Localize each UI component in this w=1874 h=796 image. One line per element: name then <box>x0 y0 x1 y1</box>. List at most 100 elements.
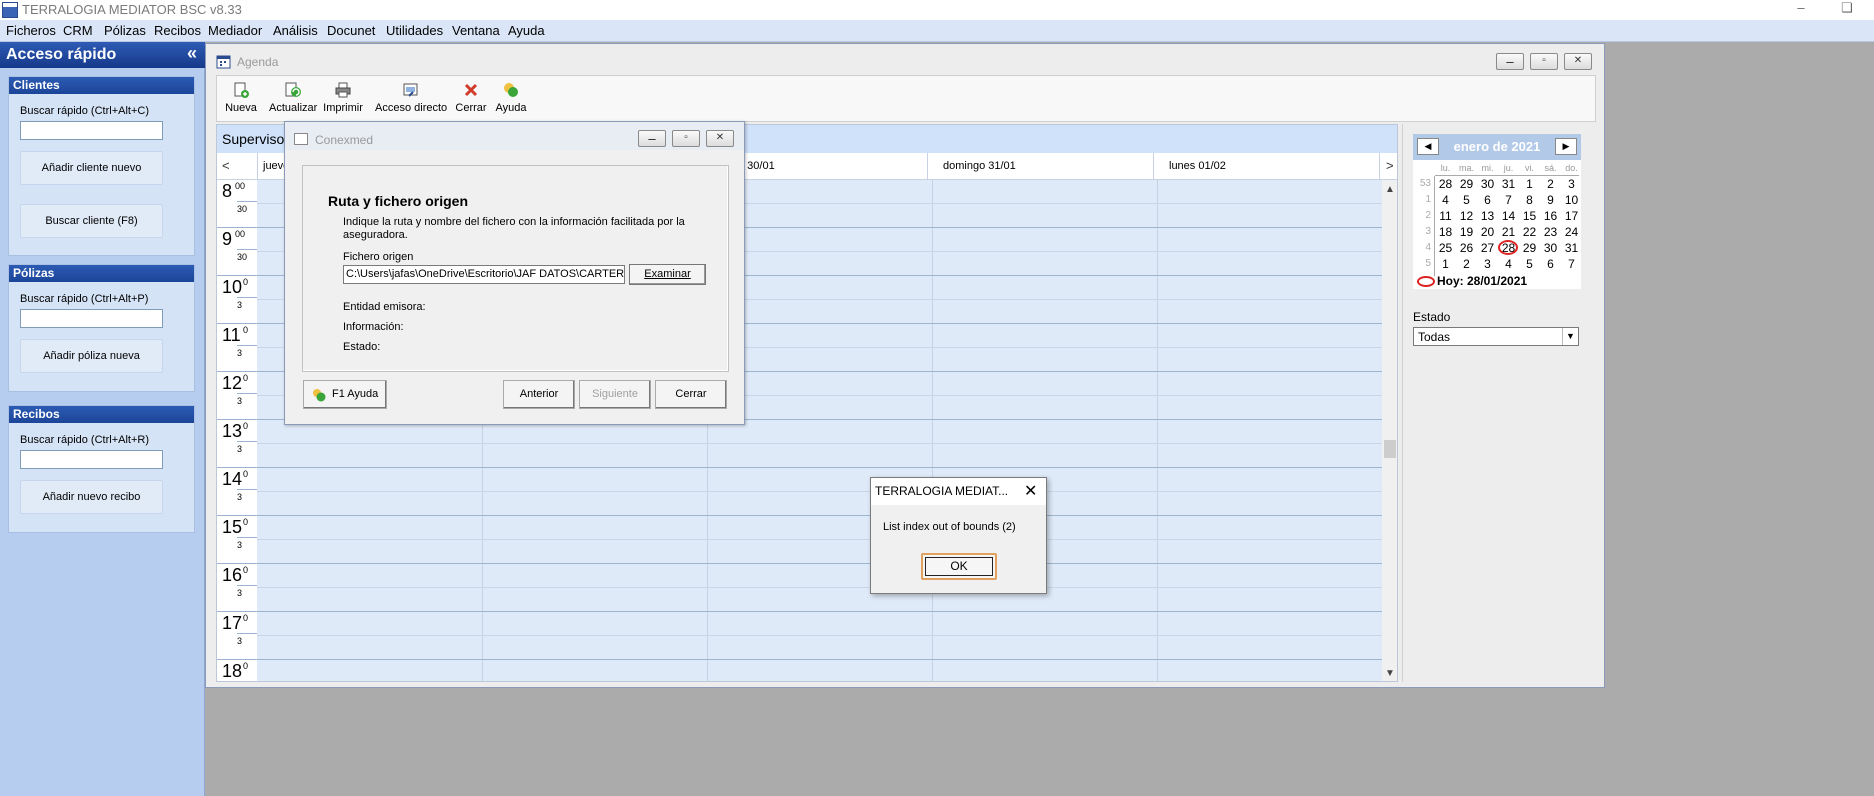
calendar-day[interactable]: 3 <box>1477 257 1498 271</box>
menu-ficheros[interactable]: Ficheros <box>6 23 56 38</box>
minimize-window-button[interactable]: – <box>1788 0 1814 18</box>
calendar-day[interactable]: 5 <box>1456 193 1477 207</box>
cerrar-button[interactable]: Cerrar <box>455 76 487 121</box>
wizard-close-button[interactable]: ✕ <box>706 130 734 147</box>
calendar-day[interactable]: 15 <box>1519 209 1540 223</box>
add-policy-button[interactable]: Añadir póliza nueva <box>20 339 163 373</box>
wizard-cerrar-button[interactable]: Cerrar <box>655 380 727 409</box>
ayuda-button[interactable]: Ayuda <box>493 76 529 121</box>
calendar-day[interactable]: 30 <box>1540 241 1561 255</box>
calendar-day[interactable]: 29 <box>1456 177 1477 191</box>
agenda-close-button[interactable]: ✕ <box>1564 53 1592 70</box>
recibos-search-input[interactable] <box>20 450 163 469</box>
find-client-button[interactable]: Buscar cliente (F8) <box>20 204 163 238</box>
collapse-panel-button[interactable]: « <box>187 43 197 64</box>
schedule-scrollbar[interactable]: ▲ ▼ <box>1382 180 1397 681</box>
next-month-button[interactable]: ▶ <box>1555 138 1577 155</box>
calendar-day[interactable]: 29 <box>1519 241 1540 255</box>
wizard-maximize-button[interactable]: ▫ <box>672 130 700 147</box>
hour-row: 8 00 30 <box>217 180 257 228</box>
menu-ventana[interactable]: Ventana <box>452 23 500 38</box>
wizard-minimize-button[interactable]: ⚊ <box>638 130 666 147</box>
calendar-day[interactable]: 25 <box>1435 241 1456 255</box>
calendar-day[interactable]: 24 <box>1561 225 1582 239</box>
add-client-button[interactable]: Añadir cliente nuevo <box>20 151 163 185</box>
calendar-day[interactable]: 12 <box>1456 209 1477 223</box>
nueva-button[interactable]: Nueva <box>223 76 259 121</box>
calendar-day[interactable]: 7 <box>1498 193 1519 207</box>
calendar-day[interactable]: 10 <box>1561 193 1582 207</box>
calendar-day[interactable]: 8 <box>1519 193 1540 207</box>
calendar-day[interactable]: 28 <box>1435 177 1456 191</box>
agenda-minimize-button[interactable]: ⚊ <box>1496 53 1524 70</box>
informacion-label: Información: <box>343 321 404 333</box>
calendar-day[interactable]: 3 <box>1561 177 1582 191</box>
calendar-day[interactable]: 2 <box>1456 257 1477 271</box>
calendar-day[interactable]: 31 <box>1561 241 1582 255</box>
calendar-day[interactable]: 4 <box>1498 257 1519 271</box>
calendar-day[interactable]: 6 <box>1477 193 1498 207</box>
siguiente-button[interactable]: Siguiente <box>579 380 651 409</box>
fichero-origen-input[interactable]: C:\Users\jafas\OneDrive\Escritorio\JAF D… <box>343 265 625 284</box>
hour-row: 9 00 30 <box>217 228 257 276</box>
menu-analisis[interactable]: Análisis <box>273 23 318 38</box>
scroll-thumb[interactable] <box>1384 440 1396 458</box>
recibos-section-title: Recibos <box>13 407 60 421</box>
half-hour-line <box>237 441 257 442</box>
calendar-day[interactable]: 26 <box>1456 241 1477 255</box>
calendar-day[interactable]: 6 <box>1540 257 1561 271</box>
menu-ayuda[interactable]: Ayuda <box>508 23 545 38</box>
calendar-day[interactable]: 4 <box>1435 193 1456 207</box>
add-receipt-button[interactable]: Añadir nuevo recibo <box>20 480 163 514</box>
calendar-day[interactable]: 11 <box>1435 209 1456 223</box>
calendar-day[interactable]: 23 <box>1540 225 1561 239</box>
prev-days-button[interactable]: < <box>222 158 230 173</box>
message-close-icon[interactable]: ✕ <box>1024 481 1037 501</box>
calendar-day[interactable]: 20 <box>1477 225 1498 239</box>
estado-select[interactable]: Todas ▼ <box>1413 327 1579 346</box>
chevron-down-icon[interactable]: ▼ <box>1562 328 1578 345</box>
agenda-maximize-button[interactable]: ▫ <box>1530 53 1558 70</box>
restore-window-button[interactable]: ❏ <box>1834 0 1860 18</box>
clientes-search-input[interactable] <box>20 121 163 140</box>
supervisor-label: Superviso <box>222 131 285 147</box>
today-link[interactable]: Hoy: 28/01/2021 <box>1437 274 1527 288</box>
menu-recibos[interactable]: Recibos <box>154 23 201 38</box>
imprimir-button[interactable]: Imprimir <box>323 76 363 121</box>
calendar-week-number: 2 <box>1425 210 1431 221</box>
ok-button[interactable]: OK <box>921 553 997 580</box>
f1-help-button[interactable]: F1 Ayuda <box>303 380 387 409</box>
calendar-day[interactable]: 22 <box>1519 225 1540 239</box>
menu-mediador[interactable]: Mediador <box>208 23 262 38</box>
calendar-day[interactable]: 17 <box>1561 209 1582 223</box>
calendar-day[interactable]: 7 <box>1561 257 1582 271</box>
next-days-button[interactable]: > <box>1386 158 1394 173</box>
calendar-day[interactable]: 1 <box>1519 177 1540 191</box>
calendar-day[interactable]: 19 <box>1456 225 1477 239</box>
menu-crm[interactable]: CRM <box>63 23 93 38</box>
polizas-search-input[interactable] <box>20 309 163 328</box>
calendar-day[interactable]: 30 <box>1477 177 1498 191</box>
scroll-up-button[interactable]: ▲ <box>1385 184 1395 195</box>
calendar-day[interactable]: 9 <box>1540 193 1561 207</box>
day-divider <box>932 180 933 681</box>
calendar-day[interactable]: 2 <box>1540 177 1561 191</box>
calendar-day[interactable]: 27 <box>1477 241 1498 255</box>
menu-docunet[interactable]: Docunet <box>327 23 375 38</box>
calendar-day[interactable]: 1 <box>1435 257 1456 271</box>
menu-polizas[interactable]: Pólizas <box>104 23 146 38</box>
calendar-day[interactable]: 13 <box>1477 209 1498 223</box>
anterior-button[interactable]: Anterior <box>503 380 575 409</box>
actualizar-button[interactable]: Actualizar <box>269 76 317 121</box>
calendar-day[interactable]: 14 <box>1498 209 1519 223</box>
calendar-day[interactable]: 16 <box>1540 209 1561 223</box>
calendar-day[interactable]: 18 <box>1435 225 1456 239</box>
scroll-down-button[interactable]: ▼ <box>1385 668 1395 679</box>
calendar-day[interactable]: 31 <box>1498 177 1519 191</box>
calendar-day[interactable]: 5 <box>1519 257 1540 271</box>
calendar-day[interactable]: 21 <box>1498 225 1519 239</box>
acceso-directo-button[interactable]: Acceso directo <box>375 76 447 121</box>
menu-utilidades[interactable]: Utilidades <box>386 23 443 38</box>
examinar-button[interactable]: Examinar <box>629 264 706 285</box>
prev-month-button[interactable]: ◀ <box>1417 138 1439 155</box>
